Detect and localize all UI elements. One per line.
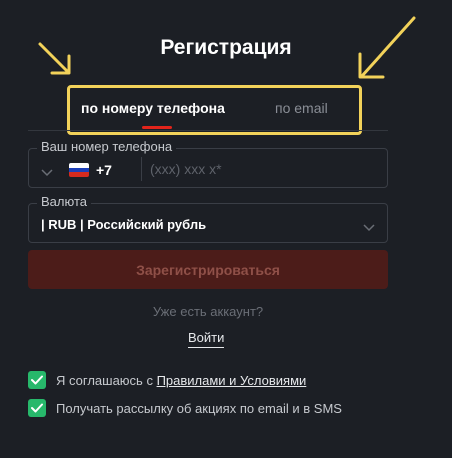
terms-link[interactable]: Правилами и Условиями [157, 373, 307, 388]
have-account-text: Уже есть аккаунт? [152, 304, 264, 319]
tab-by-email[interactable]: по email [275, 100, 328, 116]
newsletter-text: Получать рассылку об акциях по email и в… [56, 400, 342, 416]
tab-by-phone[interactable]: по номеру телефона [81, 100, 225, 116]
currency-selected-value: | RUB | Российский рубль [41, 217, 207, 232]
phone-field-label: Ваш номер телефона [37, 139, 177, 154]
newsletter-checkbox[interactable] [28, 399, 46, 417]
checkmark-icon [31, 403, 43, 413]
newsletter-row: Получать рассылку об акциях по email и в… [28, 399, 342, 417]
phone-input[interactable] [150, 157, 380, 181]
annotation-arrow-right-icon [358, 16, 416, 79]
register-button[interactable]: Зарегистрироваться [28, 250, 388, 289]
annotation-arrow-left-icon [38, 42, 71, 75]
active-tab-indicator [142, 126, 172, 129]
phone-separator [141, 157, 142, 181]
country-code[interactable]: +7 [96, 162, 112, 178]
chevron-down-icon[interactable] [363, 219, 375, 237]
terms-text: Я соглашаюсь с Правилами и Условиями [56, 372, 307, 388]
checkmark-icon [31, 375, 43, 385]
chevron-down-icon[interactable] [41, 164, 53, 182]
phone-field: Ваш номер телефона +7 [28, 139, 388, 188]
tabs-highlight-box: по номеру телефона по email [67, 85, 362, 135]
russia-flag-icon[interactable] [69, 163, 89, 177]
terms-agreement-row: Я соглашаюсь с Правилами и Условиями [28, 371, 306, 389]
currency-select[interactable]: Валюта | RUB | Российский рубль [28, 194, 388, 243]
login-link[interactable]: Войти [188, 330, 225, 348]
tabs-divider [28, 130, 388, 131]
currency-label: Валюта [37, 194, 91, 209]
terms-checkbox[interactable] [28, 371, 46, 389]
